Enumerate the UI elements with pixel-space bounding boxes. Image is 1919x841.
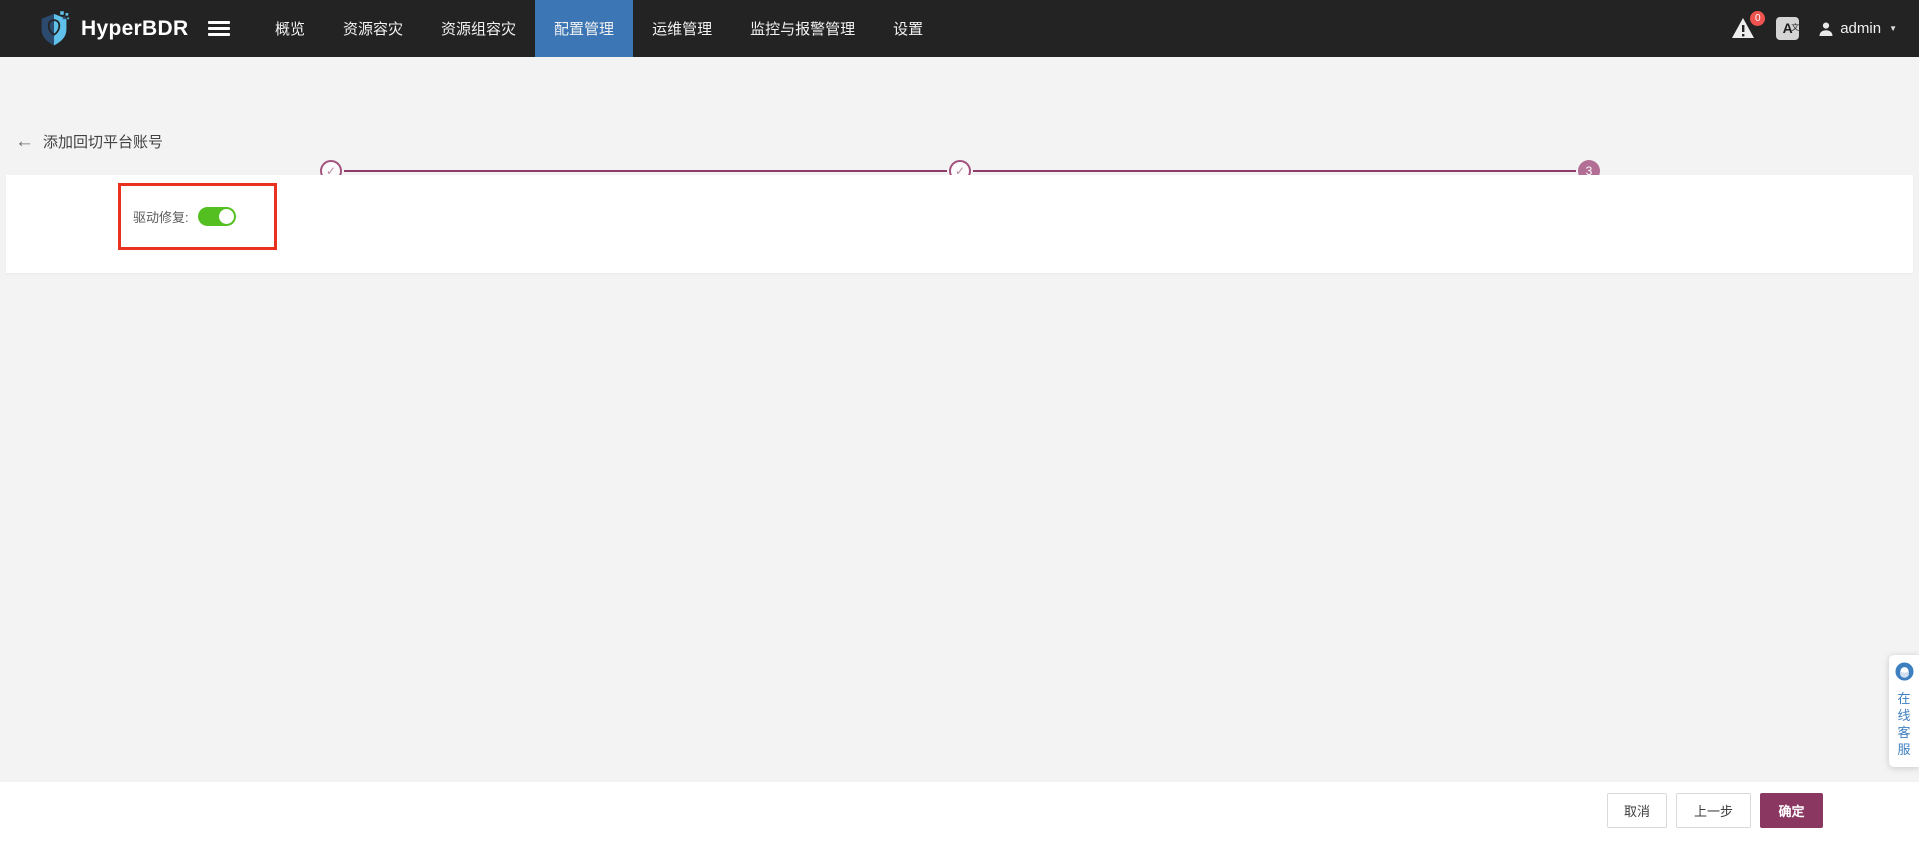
nav-item-config-management[interactable]: 配置管理: [535, 0, 634, 57]
previous-step-button[interactable]: 上一步: [1676, 793, 1751, 828]
nav-item-ops-management[interactable]: 运维管理: [633, 0, 731, 57]
language-switch-sup: 文: [1791, 23, 1800, 32]
nav-item-monitor-alarm[interactable]: 监控与报警管理: [731, 0, 874, 57]
navbar-right: 0 A文 admin ▼: [1731, 0, 1919, 57]
page-title: 添加回切平台账号: [43, 134, 164, 151]
driver-fix-label: 驱动修复:: [133, 210, 189, 225]
back-arrow-icon[interactable]: ←: [15, 132, 34, 151]
footer-bar: 取消 上一步 确定: [0, 782, 1919, 841]
form-panel: 驱动修复:: [6, 175, 1913, 273]
confirm-button[interactable]: 确定: [1760, 793, 1823, 828]
nav-item-resource-dr[interactable]: 资源容灾: [324, 0, 422, 57]
user-avatar-icon: [1818, 21, 1834, 37]
stepper-connector-2: [973, 170, 1576, 172]
support-label: 在线客服: [1897, 691, 1911, 757]
nav-item-overview[interactable]: 概览: [256, 0, 324, 57]
main-nav: 概览 资源容灾 资源组容灾 配置管理 运维管理 监控与报警管理 设置: [256, 0, 942, 57]
hamburger-menu-icon[interactable]: [208, 14, 230, 43]
notification-badge: 0: [1750, 10, 1766, 26]
support-headset-icon: [1894, 662, 1914, 681]
cancel-button[interactable]: 取消: [1607, 793, 1667, 828]
user-menu[interactable]: admin ▼: [1818, 20, 1897, 37]
language-switch-icon[interactable]: A文: [1776, 17, 1800, 40]
hyperbdr-logo-icon: [38, 10, 70, 47]
top-navbar: HyperBDR 概览 资源容灾 资源组容灾 配置管理 运维管理 监控与报警管理…: [0, 0, 1919, 57]
nav-item-settings[interactable]: 设置: [874, 0, 942, 57]
chevron-down-icon: ▼: [1889, 24, 1897, 33]
brand: HyperBDR: [0, 0, 192, 57]
red-highlight-annotation: 驱动修复:: [118, 183, 277, 250]
brand-title: HyperBDR: [81, 16, 189, 40]
notification-alert-icon[interactable]: 0: [1731, 10, 1766, 41]
driver-fix-toggle[interactable]: [197, 207, 236, 226]
toggle-knob: [218, 209, 234, 224]
online-support-widget[interactable]: 在线客服: [1889, 655, 1919, 767]
stepper-connector-1: [344, 170, 947, 172]
username: admin: [1840, 20, 1882, 37]
nav-item-resource-group-dr[interactable]: 资源组容灾: [422, 0, 535, 57]
page-header: ← 添加回切平台账号 ✓ 鉴权信息 ✓ 目标配置 3 其他设置: [0, 57, 1919, 206]
